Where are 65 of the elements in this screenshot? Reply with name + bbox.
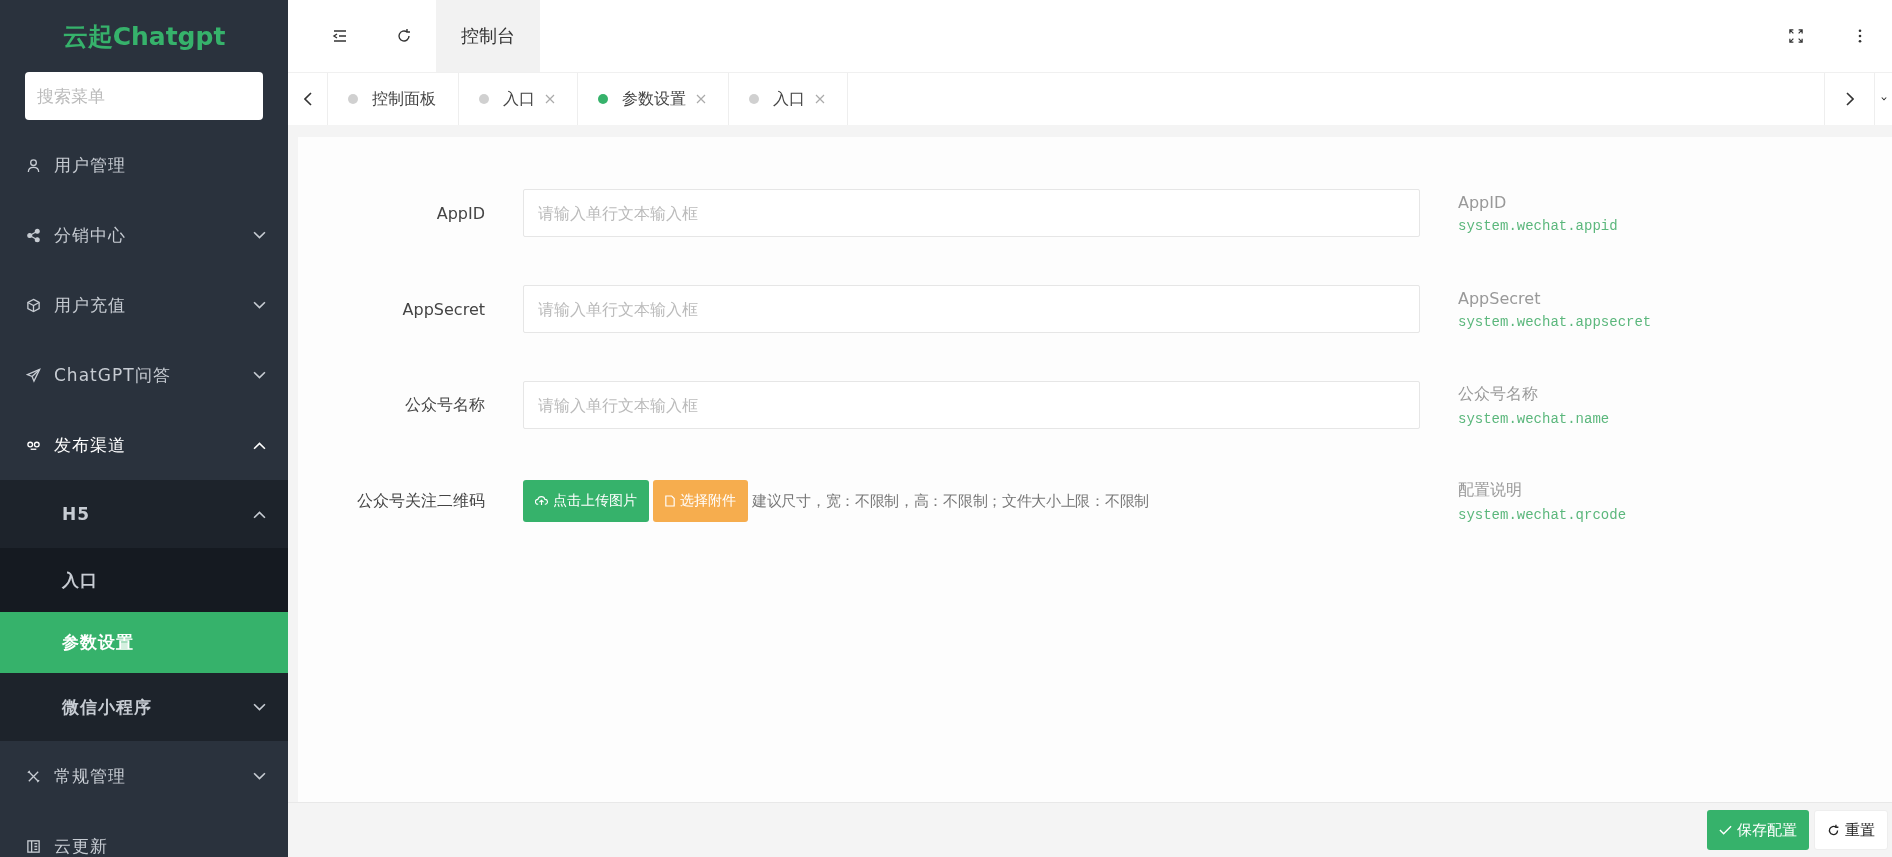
config-key: system.wechat.name [1458,410,1610,427]
chevron-down-icon [253,702,266,712]
refresh-icon [1827,823,1840,837]
cloud-upload-icon [535,495,548,507]
note-title: AppID [1458,192,1508,212]
menu-item[interactable]: 用户充值 [0,270,288,340]
reset-button[interactable]: 重置 [1814,810,1888,850]
chevron-up-icon [253,509,266,519]
chevron-down-icon [253,300,266,310]
chevron-up-icon [253,440,266,450]
page-tab[interactable]: 入口 [459,73,578,125]
chevron-down-icon [253,230,266,240]
chevron-down-icon [253,370,266,380]
text-input[interactable]: 请输入单行文本输入框 [523,189,1420,237]
user-icon [26,157,41,173]
send-icon [26,367,41,383]
note-title: 配置说明 [1458,479,1523,501]
search-field[interactable]: 搜索菜单 [25,72,263,120]
submenu-item[interactable]: 微信小程序 [0,673,288,741]
menu-label: 分销中心 [54,223,127,247]
submenu-item[interactable]: 入口 [0,548,288,612]
check-icon [1719,825,1732,835]
page-tab[interactable]: 参数设置 [578,73,729,125]
menu-item[interactable]: 发布渠道 [0,410,288,480]
close-icon[interactable] [545,94,555,104]
upload-hint: 建议尺寸，宽：不限制，高：不限制；文件大小上限：不限制 [752,491,1149,511]
menu-label: 微信小程序 [62,695,153,719]
menu-label: ChatGPT问答 [54,363,172,387]
config-key: system.wechat.appid [1458,217,1618,234]
field-label: 公众号名称 [404,394,486,416]
menu-item[interactable]: 分销中心 [0,200,288,270]
menu-item[interactable]: 云更新 [0,811,288,857]
note-title: 公众号名称 [1458,383,1539,405]
text-input[interactable]: 请输入单行文本输入框 [523,381,1420,429]
menu-item[interactable]: ChatGPT问答 [0,340,288,410]
menu-label: H5 [62,504,92,524]
file-icon [665,495,675,507]
menu-item[interactable]: 常规管理 [0,741,288,811]
menu-label: 参数设置 [62,631,135,654]
share-icon [26,227,41,243]
close-icon[interactable] [815,94,825,104]
field-label: 公众号关注二维码 [356,490,486,512]
field-label: AppSecret [401,299,486,319]
config-key: system.wechat.appsecret [1458,313,1652,330]
page-tab[interactable]: 控制面板 [328,73,459,125]
app-logo: 云起Chatgpt [61,21,227,53]
config-key: system.wechat.qrcode [1458,506,1627,523]
chevron-down-icon [253,771,266,781]
menu-item[interactable]: 用户管理 [0,130,288,200]
tools-icon [26,768,41,784]
submenu-item[interactable]: H5 [0,480,288,548]
header-tab[interactable]: 控制台 [436,0,540,72]
menu-label: 入口 [62,568,99,592]
box-icon [26,297,41,313]
close-icon[interactable] [696,94,706,104]
page-tab[interactable]: 入口 [729,73,848,125]
menu-label: 云更新 [54,834,109,857]
menu-label: 常规管理 [54,764,127,788]
note-title: AppSecret [1458,288,1542,308]
text-input[interactable]: 请输入单行文本输入框 [523,285,1420,333]
menu-label: 发布渠道 [54,433,127,457]
menu-label: 用户充值 [54,293,127,317]
menu-label: 用户管理 [54,153,127,177]
book-icon [26,838,41,854]
field-label: AppID [435,203,486,223]
